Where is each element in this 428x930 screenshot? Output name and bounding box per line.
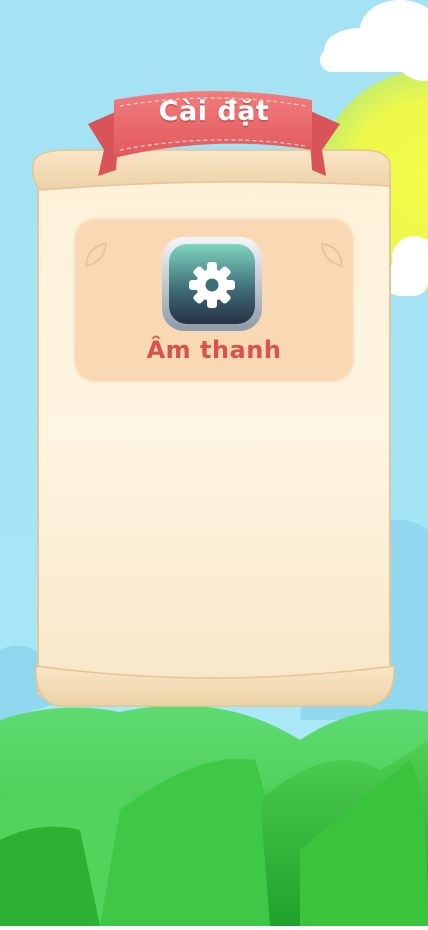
gear-icon	[189, 262, 235, 308]
sound-label: Âm thanh	[146, 336, 282, 364]
panel-title: Cài đặt	[158, 96, 270, 127]
game-scene: Cài đặt Âm thanh	[0, 0, 428, 926]
background-art	[0, 0, 428, 926]
sound-settings-button[interactable]	[160, 235, 264, 333]
